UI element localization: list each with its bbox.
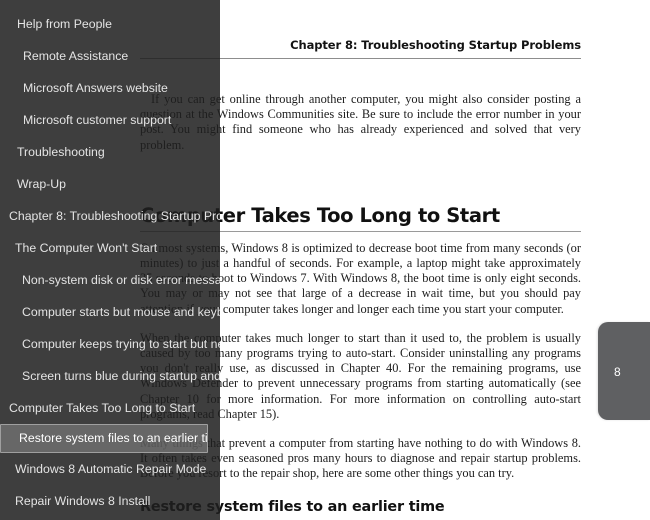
chapter-tab[interactable]: 8 xyxy=(598,322,650,420)
toc-item-5[interactable]: Wrap-Up xyxy=(0,168,220,200)
toc-item-13[interactable]: Restore system files to an earlier time xyxy=(0,424,208,453)
chapter-tab-number: 8 xyxy=(614,365,621,379)
toc-item-6[interactable]: Chapter 8: Troubleshooting Startup Probl… xyxy=(0,200,220,232)
toc-item-label: Microsoft customer support xyxy=(23,113,172,127)
toc-item-label: Computer starts but mouse and keyboard d… xyxy=(22,305,220,319)
toc-item-8[interactable]: Non-system disk or disk error message xyxy=(0,264,220,296)
toc-item-label: Wrap-Up xyxy=(17,177,66,191)
toc-item-1[interactable]: Remote Assistance xyxy=(0,40,220,72)
toc-item-9[interactable]: Computer starts but mouse and keyboard d… xyxy=(0,296,220,328)
toc-item-0[interactable]: Help from People xyxy=(0,8,220,40)
toc-item-label: Windows 8 Automatic Repair Mode xyxy=(15,462,207,476)
toc-list: Help from People Remote Assistance Microso… xyxy=(0,0,220,520)
toc-item-7[interactable]: The Computer Won't Start xyxy=(0,232,220,264)
toc-item-label: Troubleshooting xyxy=(17,145,105,159)
toc-item-3[interactable]: Microsoft customer support xyxy=(0,104,220,136)
toc-item-label: Non-system disk or disk error message xyxy=(22,273,220,287)
toc-item-label: Computer Takes Too Long to Start xyxy=(9,401,196,415)
toc-item-2[interactable]: Microsoft Answers website xyxy=(0,72,220,104)
toc-item-14[interactable]: Windows 8 Automatic Repair Mode xyxy=(0,453,220,485)
toc-item-10[interactable]: Computer keeps trying to start but never… xyxy=(0,328,220,360)
toc-item-label: Microsoft Answers website xyxy=(23,81,168,95)
toc-item-label: Screen turns blue during startup and the… xyxy=(22,369,220,383)
ebook-reader-window: Chapter 8: Troubleshooting Startup Probl… xyxy=(0,0,650,520)
toc-item-12[interactable]: Computer Takes Too Long to Start xyxy=(0,392,220,424)
toc-item-label: The Computer Won't Start xyxy=(15,241,158,255)
toc-item-4[interactable]: Troubleshooting xyxy=(0,136,220,168)
toc-item-label: Remote Assistance xyxy=(23,49,129,63)
toc-item-label: Computer keeps trying to start but never… xyxy=(22,337,220,351)
toc-item-label: Repair Windows 8 Install xyxy=(15,494,151,508)
toc-item-15[interactable]: Repair Windows 8 Install xyxy=(0,485,220,517)
toc-item-11[interactable]: Screen turns blue during startup and the… xyxy=(0,360,220,392)
toc-item-label: Help from People xyxy=(17,17,113,31)
table-of-contents-overlay[interactable]: Help from People Remote Assistance Microso… xyxy=(0,0,220,520)
toc-item-label: Chapter 8: Troubleshooting Startup Probl… xyxy=(9,209,220,223)
toc-item-label: Restore system files to an earlier time xyxy=(19,431,207,445)
